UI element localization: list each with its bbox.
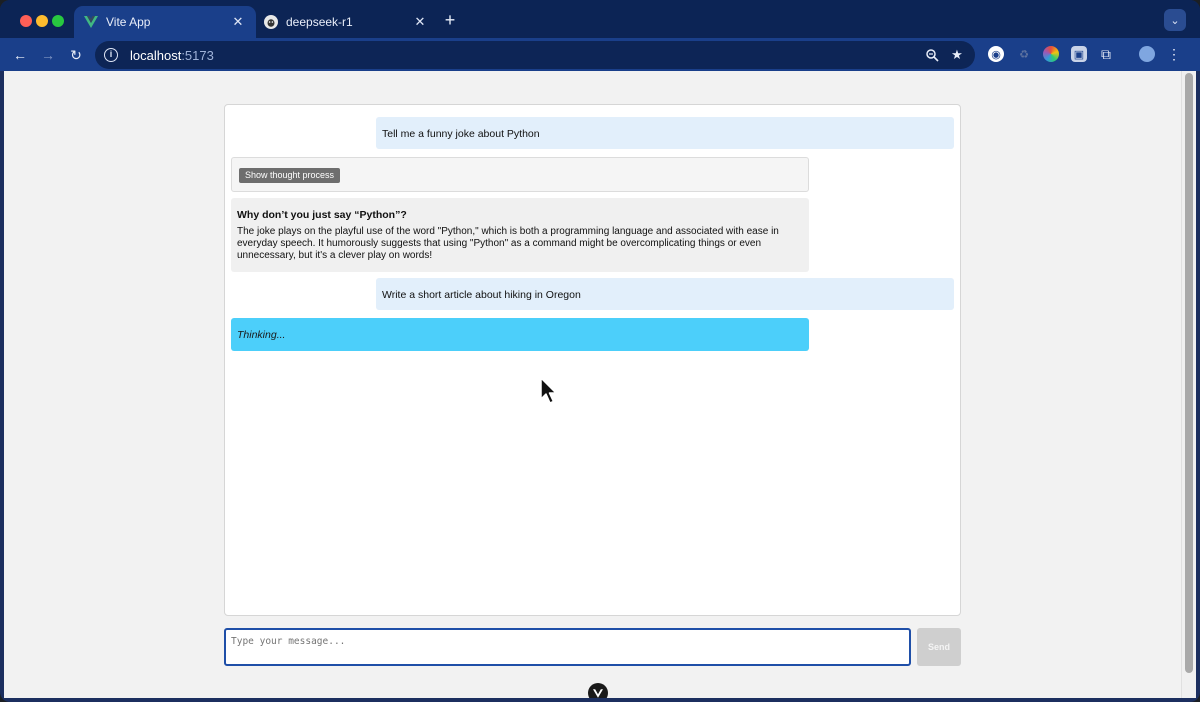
reload-icon[interactable]: ↻ [67, 46, 85, 64]
close-window-button[interactable] [20, 15, 32, 27]
extension-color-icon[interactable] [1043, 46, 1059, 62]
tab-title: deepseek-r1 [286, 15, 353, 29]
site-info-icon[interactable]: i [104, 48, 118, 62]
url-text: localhost:5173 [130, 48, 214, 63]
assistant-message: Why don’t you just say “Python”? The jok… [231, 198, 809, 272]
url-host: localhost [130, 47, 182, 63]
thought-process-panel: Show thought process [231, 157, 809, 192]
send-button[interactable]: Send [917, 628, 961, 666]
tab-deepseek[interactable]: deepseek-r1 ✕ [256, 6, 438, 38]
minimize-window-button[interactable] [36, 15, 48, 27]
address-bar[interactable]: i localhost:5173 ★ [95, 41, 975, 69]
browser-window: Vite App ✕ deepseek-r1 ✕ + ⌄ ← → ↻ i loc… [0, 0, 1200, 702]
close-tab-icon[interactable]: ✕ [412, 14, 428, 30]
maximize-window-button[interactable] [52, 15, 64, 27]
user-message: Write a short article about hiking in Or… [376, 278, 954, 310]
show-thought-process-button[interactable]: Show thought process [239, 168, 341, 183]
tab-strip: Vite App ✕ deepseek-r1 ✕ + ⌄ [0, 0, 1200, 38]
chat-container: Tell me a funny joke about Python Show t… [224, 104, 961, 616]
page-scrollbar[interactable] [1181, 71, 1196, 698]
zoom-icon[interactable] [925, 48, 939, 62]
scrollbar-thumb[interactable] [1185, 73, 1193, 673]
ollama-logo-icon [264, 15, 278, 29]
browser-menu-icon[interactable]: ⋮ [1166, 46, 1182, 62]
thinking-indicator: Thinking... [231, 318, 809, 351]
extension-recycle-icon[interactable]: ♻ [1016, 46, 1032, 62]
extensions-puzzle-icon[interactable]: ⧉ [1098, 46, 1114, 62]
tab-search-icon[interactable]: ⌄ [1164, 9, 1186, 31]
new-tab-button[interactable]: + [442, 11, 458, 29]
vue-devtools-icon[interactable] [588, 683, 608, 698]
extension-screenshot-icon[interactable]: ▣ [1071, 46, 1087, 62]
forward-arrow-icon[interactable]: → [39, 46, 57, 64]
user-message: Tell me a funny joke about Python [376, 117, 954, 149]
assistant-message-heading: Why don’t you just say “Python”? [237, 209, 407, 221]
vue-logo-icon [84, 15, 98, 29]
tab-vite-app[interactable]: Vite App ✕ [74, 6, 256, 38]
close-tab-icon[interactable]: ✕ [230, 14, 246, 30]
tab-title: Vite App [106, 15, 151, 29]
back-arrow-icon[interactable]: ← [11, 46, 29, 64]
mouse-pointer-icon [540, 377, 557, 404]
url-port: :5173 [181, 47, 214, 63]
message-input[interactable] [224, 628, 911, 666]
page-viewport: Tell me a funny joke about Python Show t… [4, 71, 1181, 698]
bookmark-star-icon[interactable]: ★ [950, 47, 964, 62]
profile-avatar[interactable] [1139, 46, 1155, 62]
extension-search-icon[interactable]: ◉ [988, 46, 1004, 62]
assistant-message-body: The joke plays on the playful use of the… [237, 226, 779, 261]
